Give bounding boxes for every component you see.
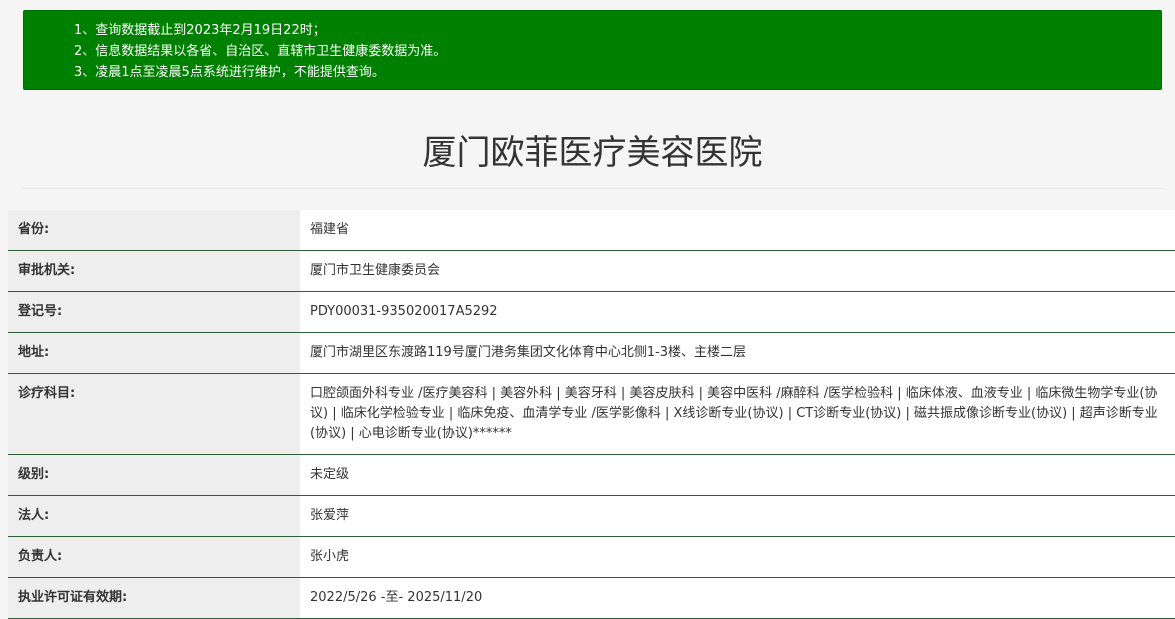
legal-person-label: 法人: — [8, 495, 300, 537]
info-row-legal-person: 法人: 张爱萍 — [8, 495, 1175, 537]
departments-value: 口腔颌面外科专业 /医疗美容科 | 美容外科 | 美容牙科 | 美容皮肤科 | … — [300, 373, 1175, 455]
registration-number-label: 登记号: — [8, 291, 300, 333]
address-label: 地址: — [8, 332, 300, 374]
notice-line-2: 2、信息数据结果以各省、自治区、直辖市卫生健康委数据为准。 — [74, 44, 447, 59]
notice-banner: 1、查询数据截止到2023年2月19日22时； 2、信息数据结果以各省、自治区、… — [23, 10, 1162, 90]
license-validity-label: 执业许可证有效期: — [8, 577, 300, 619]
notice-line-3: 3、凌晨1点至凌晨5点系统进行维护，不能提供查询。 — [74, 65, 385, 80]
info-row-departments: 诊疗科目: 口腔颌面外科专业 /医疗美容科 | 美容外科 | 美容牙科 | 美容… — [8, 373, 1175, 455]
page-title: 厦门欧菲医疗美容医院 — [422, 133, 763, 173]
title-divider — [23, 188, 1162, 189]
approval-authority-value: 厦门市卫生健康委员会 — [300, 250, 1175, 292]
info-row-person-in-charge: 负责人: 张小虎 — [8, 536, 1175, 578]
hospital-info-table: 省份: 福建省 审批机关: 厦门市卫生健康委员会 登记号: PDY00031-9… — [8, 210, 1175, 619]
province-label: 省份: — [8, 210, 300, 251]
province-value: 福建省 — [300, 210, 1175, 251]
notice-line-1: 1、查询数据截止到2023年2月19日22时； — [74, 23, 326, 38]
departments-label: 诊疗科目: — [8, 373, 300, 455]
level-value: 未定级 — [300, 454, 1175, 496]
registration-number-value: PDY00031-935020017A5292 — [300, 291, 1175, 333]
level-label: 级别: — [8, 454, 300, 496]
legal-person-value: 张爱萍 — [300, 495, 1175, 537]
info-row-province: 省份: 福建省 — [8, 210, 1175, 251]
person-in-charge-value: 张小虎 — [300, 536, 1175, 578]
info-row-approval-authority: 审批机关: 厦门市卫生健康委员会 — [8, 250, 1175, 292]
approval-authority-label: 审批机关: — [8, 250, 300, 292]
info-row-registration-number: 登记号: PDY00031-935020017A5292 — [8, 291, 1175, 333]
info-row-level: 级别: 未定级 — [8, 454, 1175, 496]
address-value: 厦门市湖里区东渡路119号厦门港务集团文化体育中心北侧1-3楼、主楼二层 — [300, 332, 1175, 374]
info-row-address: 地址: 厦门市湖里区东渡路119号厦门港务集团文化体育中心北侧1-3楼、主楼二层 — [8, 332, 1175, 374]
person-in-charge-label: 负责人: — [8, 536, 300, 578]
info-row-license-validity: 执业许可证有效期: 2022/5/26 -至- 2025/11/20 — [8, 577, 1175, 619]
license-validity-value: 2022/5/26 -至- 2025/11/20 — [300, 577, 1175, 619]
